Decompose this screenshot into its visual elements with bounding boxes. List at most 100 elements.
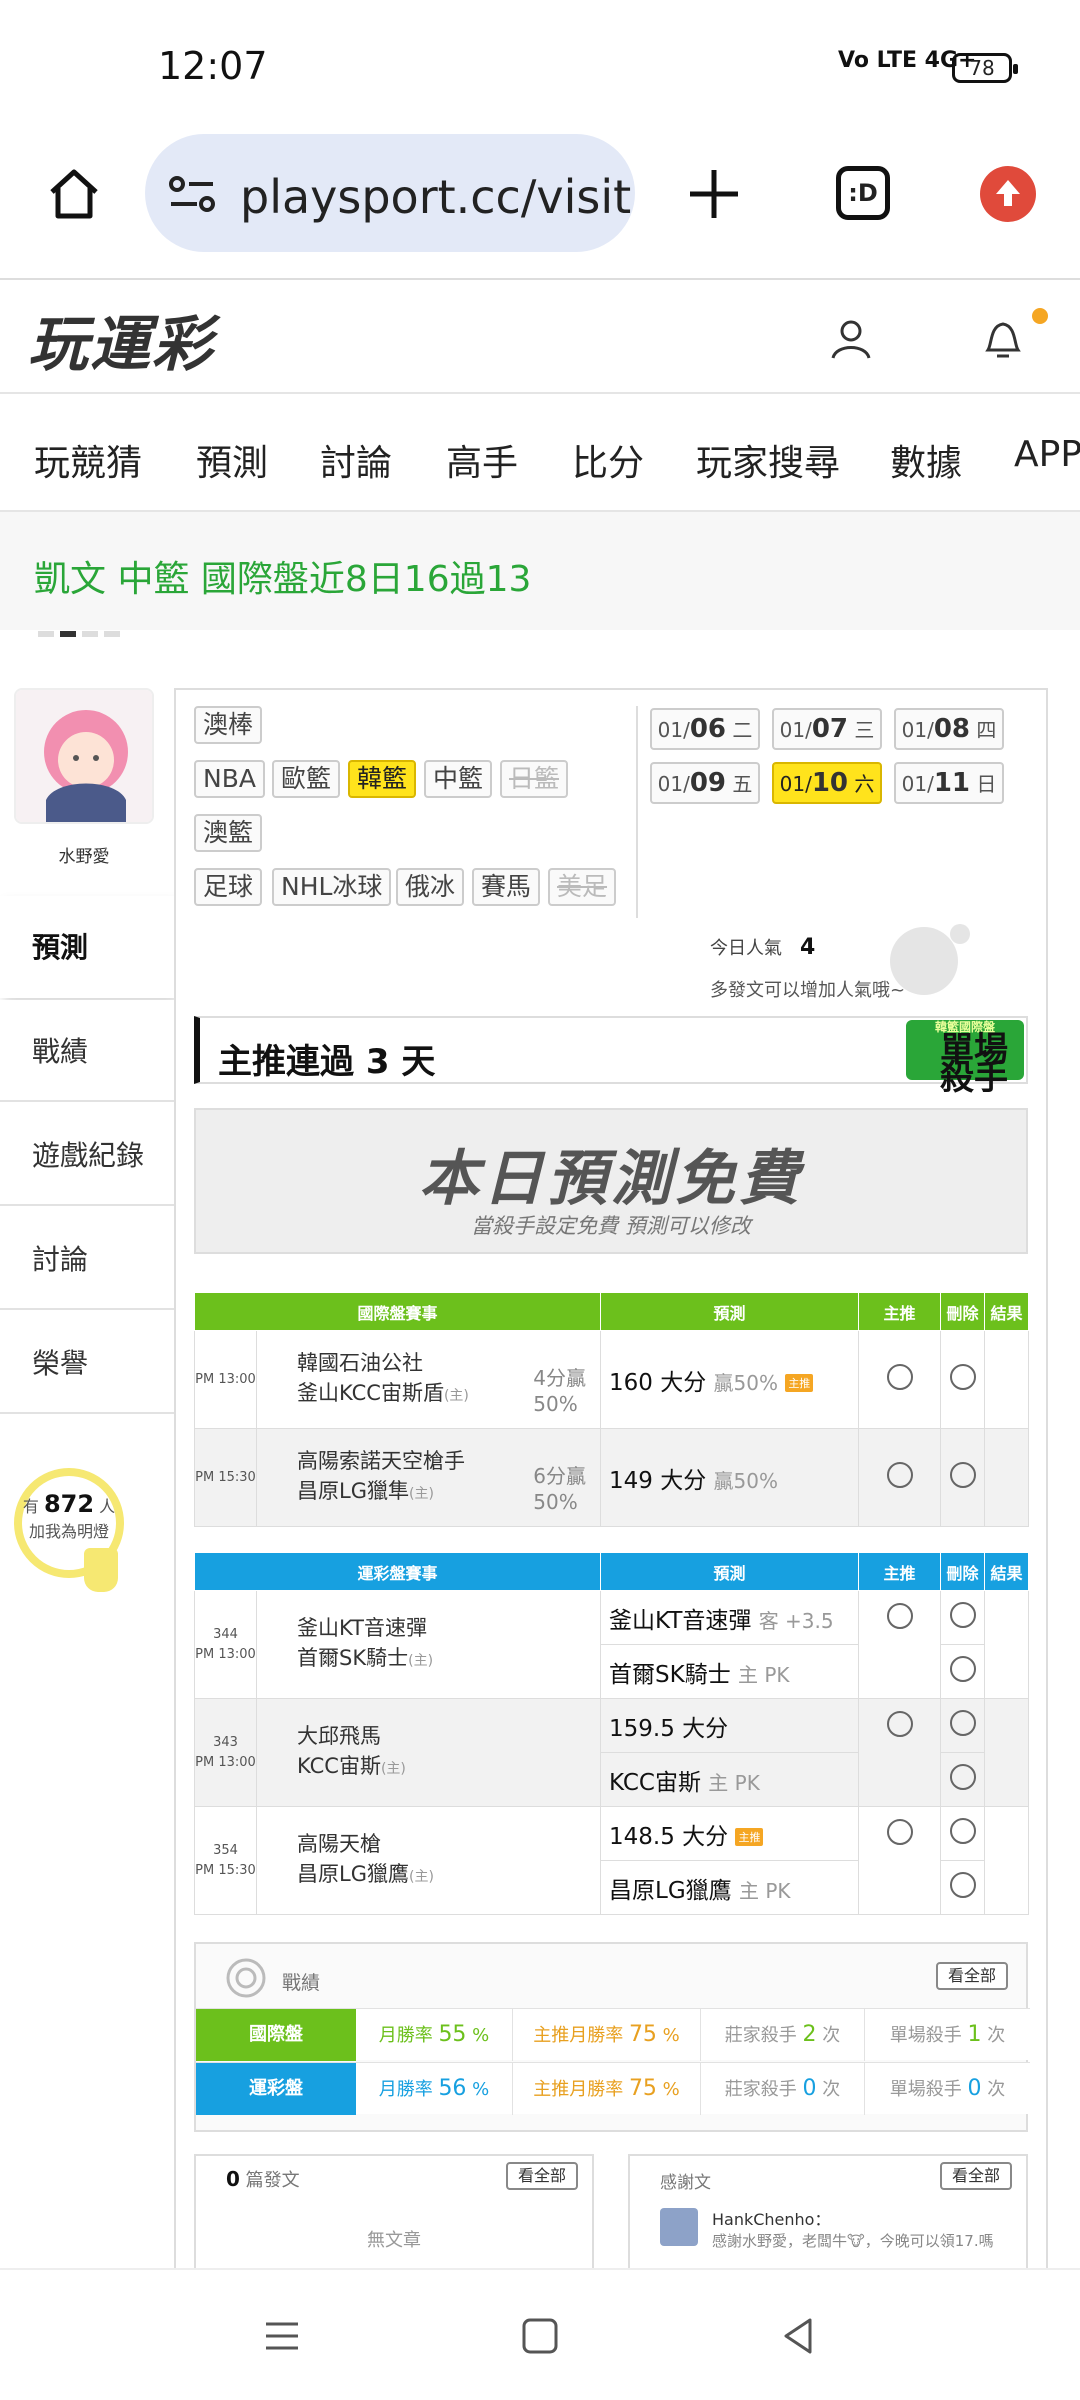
menu-icon[interactable]: [260, 2314, 304, 2358]
nav-item-app[interactable]: APP: [1014, 434, 1080, 475]
lottery-header-delete: 刪除: [940, 1552, 986, 1591]
delete-radio[interactable]: [949, 1461, 976, 1488]
bell-icon[interactable]: [980, 314, 1026, 364]
delete-radio[interactable]: [949, 1363, 976, 1390]
system-nav-bar: [0, 2268, 1080, 2400]
league-tag[interactable]: 俄冰: [396, 868, 465, 906]
no-posts-text: 無文章: [367, 2230, 421, 2251]
main-pick-tag: 主推: [785, 1374, 814, 1392]
league-tag[interactable]: 中籃: [424, 760, 493, 798]
delete-radio[interactable]: [949, 1655, 976, 1682]
announcement-text: 凱文 中籃 國際盤近8日16過13: [34, 559, 532, 600]
status-time: 12:07: [158, 44, 268, 88]
table-row: PM 15:30 高陽索諾天空槍手 昌原LG獵隼(主) 6分贏 50% 149 大分…: [194, 1428, 1030, 1527]
intl-header-result: 結果: [984, 1292, 1030, 1331]
table-row: 344 PM 13:00 釜山KT音速彈 首爾SK騎士(主) 釜山KT音速彈 客 +…: [194, 1590, 1030, 1699]
main-pick-radio[interactable]: [886, 1461, 913, 1488]
lottery-header-game: 運彩盤賽事: [193, 1552, 602, 1591]
league-tag[interactable]: 歐籃: [272, 760, 341, 798]
streak-title: 主推連過 3 天: [218, 1042, 436, 1082]
nav-item-search[interactable]: 玩家搜尋: [696, 434, 840, 486]
league-tag-selected[interactable]: 韓籃: [348, 760, 417, 798]
delete-radio[interactable]: [949, 1817, 976, 1844]
record-view-all-button[interactable]: 看全部: [935, 1962, 1008, 1990]
delete-radio[interactable]: [949, 1871, 976, 1898]
main-pick-tag: 主推: [735, 1828, 764, 1846]
popularity-value: 4: [800, 935, 816, 960]
notification-dot: [1032, 308, 1048, 324]
site-logo[interactable]: 玩運彩: [28, 296, 214, 383]
update-button[interactable]: [980, 166, 1036, 222]
date-button[interactable]: 01/07 三: [772, 708, 882, 750]
new-tab-icon[interactable]: [686, 166, 742, 222]
main-pick-radio[interactable]: [886, 1603, 913, 1629]
date-button[interactable]: 01/11 日: [894, 762, 1004, 804]
home-icon[interactable]: [44, 164, 104, 224]
main-pick-radio[interactable]: [886, 1819, 913, 1845]
league-tag[interactable]: 賽馬: [472, 868, 541, 906]
carousel-dots: [38, 622, 126, 641]
nav-item-play[interactable]: 玩競猜: [34, 434, 142, 486]
date-button[interactable]: 01/08 四: [894, 708, 1004, 750]
follow-label: 加我為明燈: [28, 1522, 109, 1541]
free-prediction-banner: 本日預測免費 當殺手設定免費 預測可以修改: [194, 1108, 1028, 1254]
sidebar-item-record[interactable]: 戰績: [0, 1000, 174, 1102]
announcement-banner[interactable]: 凱文 中籃 國際盤近8日16過13: [0, 512, 1080, 630]
delete-radio[interactable]: [949, 1709, 976, 1736]
sidebar-item-game-log[interactable]: 遊戲紀錄: [0, 1104, 174, 1206]
record-row-intl: 國際盤 月勝率 55 % 主推月勝率 75 % 莊家殺手 2 次 單場殺手 1 …: [196, 2008, 1030, 2061]
user-icon[interactable]: [828, 316, 874, 362]
thanks-user[interactable]: HankChenho：: [712, 2206, 830, 2230]
url-text: playsport.cc/visit: [240, 170, 632, 224]
lottery-header-main: 主推: [858, 1552, 942, 1591]
intl-header-delete: 刪除: [940, 1292, 986, 1331]
thanks-avatar[interactable]: [660, 2208, 698, 2246]
league-tag[interactable]: 澳棒: [194, 706, 263, 744]
posts-box: 0 篇發文 看全部 無文章: [194, 2154, 594, 2274]
thanks-box: 感謝文 看全部 HankChenho： 感謝水野愛，老闆牛🐮，今晚可以領17.嗎: [628, 2154, 1028, 2274]
delete-radio[interactable]: [949, 1763, 976, 1790]
browser-toolbar: playsport.cc/visit :D: [0, 120, 1080, 280]
tab-switcher-button[interactable]: :D: [836, 166, 890, 220]
league-tag[interactable]: NHL冰球: [272, 868, 392, 906]
league-tag[interactable]: NBA: [194, 760, 265, 798]
free-banner-subtitle: 當殺手設定免費 預測可以修改: [471, 1214, 751, 1238]
avatar-image: [16, 690, 152, 822]
league-tag[interactable]: 澳籃: [194, 814, 263, 852]
nav-item-discuss[interactable]: 討論: [320, 434, 392, 486]
nav-item-data[interactable]: 數據: [890, 434, 962, 486]
site-settings-icon[interactable]: [167, 174, 217, 214]
main-pick-radio[interactable]: [886, 1363, 913, 1390]
date-button[interactable]: 01/06 二: [650, 708, 760, 750]
thanks-view-all-button[interactable]: 看全部: [939, 2162, 1012, 2190]
league-tag-disabled: 日籃: [500, 760, 569, 798]
intl-table: 國際盤賽事 預測 主推 刪除 結果 PM 13:00 韓國石油公社 釜山KCC宙斯…: [193, 1292, 1030, 1527]
table-row: 343 PM 13:00 大邱飛馬 KCC宙斯(主) 159.5 大分: [194, 1698, 1030, 1807]
sidebar-item-discuss[interactable]: 討論: [0, 1208, 174, 1310]
table-row: PM 13:00 韓國石油公社 釜山KCC宙斯盾(主) 4分贏 50% 160 大分…: [194, 1330, 1030, 1429]
home-square-icon[interactable]: [518, 2314, 562, 2358]
nav-item-scores[interactable]: 比分: [572, 434, 644, 486]
popularity: 今日人氣 4: [710, 935, 816, 960]
intl-header-pred: 預測: [600, 1292, 860, 1331]
league-tag-disabled: 美足: [548, 868, 617, 906]
date-button-selected[interactable]: 01/10 六: [772, 762, 882, 804]
sidebar-item-honor[interactable]: 榮譽: [0, 1312, 174, 1414]
delete-radio[interactable]: [949, 1601, 976, 1628]
nav-item-experts[interactable]: 高手: [446, 434, 518, 486]
avatar[interactable]: [14, 688, 154, 824]
main-nav: 玩競猜 預測 討論 高手 比分 玩家搜尋 數據 APP: [0, 396, 1080, 512]
divider: [636, 706, 638, 918]
league-tag[interactable]: 足球: [194, 868, 263, 906]
back-icon[interactable]: [776, 2314, 820, 2358]
sidebar-item-predict[interactable]: 預測: [0, 896, 174, 998]
nav-item-predict[interactable]: 預測: [196, 434, 268, 486]
main-pick-radio[interactable]: [886, 1711, 913, 1737]
status-bar: 12:07 Vo LTE 4G+ 78: [0, 0, 1080, 120]
thanks-title: 感謝文: [660, 2173, 711, 2193]
lightbulb-icon: [84, 1548, 118, 1592]
date-button[interactable]: 01/09 五: [650, 762, 760, 804]
posts-view-all-button[interactable]: 看全部: [505, 2162, 578, 2190]
battery-indicator: 78: [952, 53, 1018, 83]
url-bar[interactable]: playsport.cc/visit: [145, 134, 635, 252]
